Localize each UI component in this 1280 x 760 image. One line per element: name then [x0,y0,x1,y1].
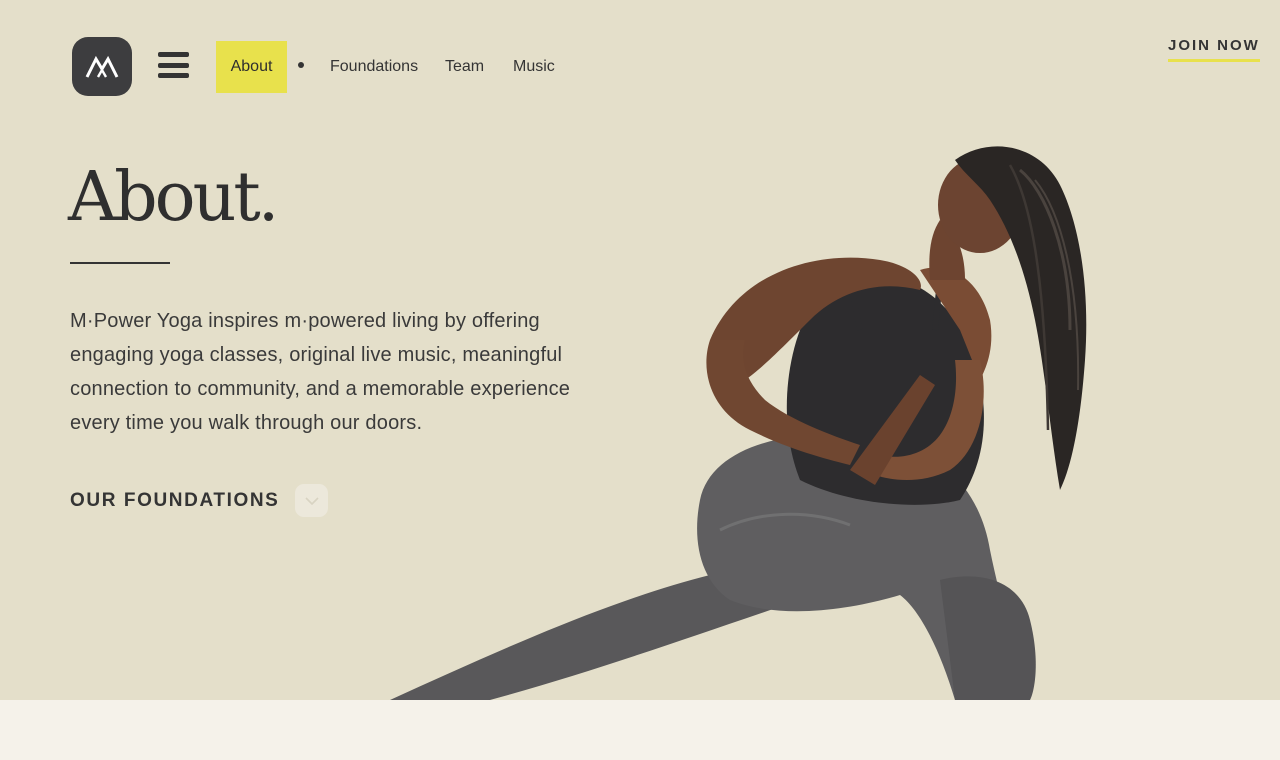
chevron-down-icon [305,496,319,505]
hamburger-icon-bar [158,62,189,68]
hamburger-menu-button[interactable] [158,52,189,78]
page-title: About. [68,158,279,237]
nav-separator-dot [298,62,304,68]
scroll-down-button[interactable] [295,484,329,517]
yoga-pose-photo [390,146,1087,700]
nav-item-music[interactable]: Music [513,57,555,77]
hamburger-icon-bar [158,73,189,78]
site-logo[interactable] [72,37,132,96]
hamburger-icon-bar [158,52,189,57]
title-divider [70,262,170,264]
nav-item-about[interactable]: About [216,41,287,93]
join-now-link[interactable]: JOIN NOW [1168,37,1260,62]
mountain-m-logo-icon [85,55,119,78]
nav-item-foundations[interactable]: Foundations [330,57,418,77]
footer-band [0,700,1280,760]
hero-section: About Foundations Team Music JOIN NOW Ab… [0,0,1280,700]
nav-item-team[interactable]: Team [445,57,484,77]
our-foundations-link[interactable]: OUR FOUNDATIONS [70,484,329,517]
cta-label: OUR FOUNDATIONS [70,489,280,511]
